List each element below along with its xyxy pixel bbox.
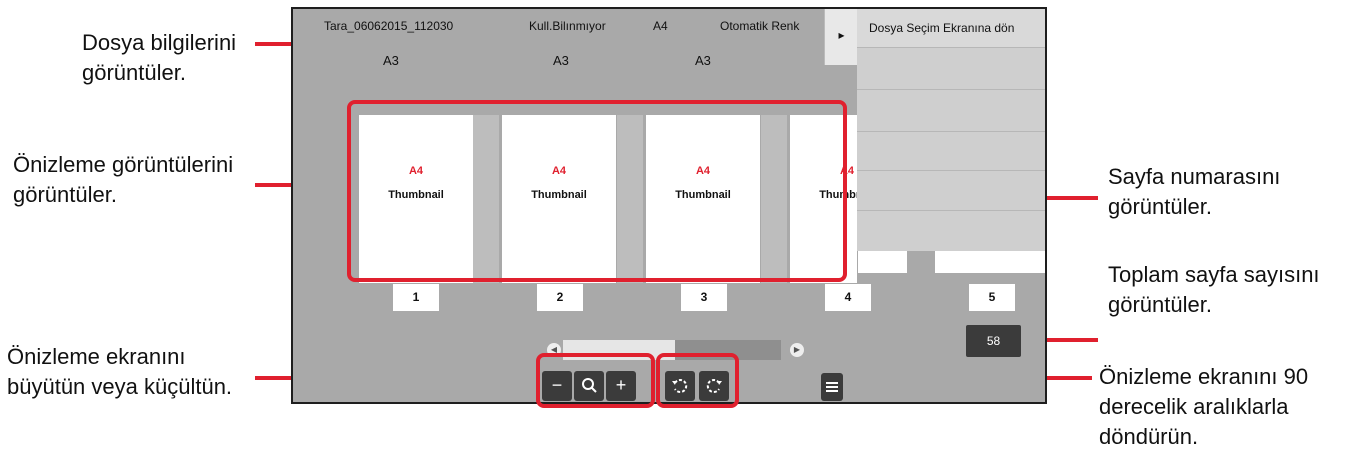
callout-rotate: Önizleme ekranını 90 derecelik aralıklar…	[1099, 364, 1309, 449]
total-pages-display: 58	[966, 325, 1021, 357]
menu-button[interactable]	[821, 373, 843, 401]
highlight-rotate-controls	[656, 353, 739, 408]
file-name: Tara_06062015_112030	[324, 19, 454, 33]
highlight-zoom-controls	[536, 353, 655, 408]
callout-file-info: Dosya bilgilerini görüntüler.	[82, 30, 237, 85]
scroll-right-icon[interactable]: ▶	[790, 343, 804, 357]
page-number: 2	[537, 284, 583, 311]
page-number: 3	[681, 284, 727, 311]
callout-preview-images: Önizleme görüntülerini görüntüler.	[13, 152, 234, 207]
collapse-panel-icon: ▸	[838, 28, 845, 42]
menu-icon	[826, 382, 838, 392]
paper-label: A3	[553, 53, 569, 68]
callout-total-pages: Toplam sayfa sayısını görüntüler.	[1108, 262, 1320, 317]
color-mode: Otomatik Renk	[720, 19, 800, 33]
paper-label: A3	[695, 53, 711, 68]
panel-divider	[857, 47, 1045, 48]
user-name: Kull.Bilınmıyor	[529, 19, 606, 33]
back-to-file-selection-button[interactable]: Dosya Seçim Ekranına dön	[857, 9, 1045, 47]
page-number: 1	[393, 284, 439, 311]
collapse-panel-button[interactable]: ▸	[824, 9, 858, 65]
side-panel: Dosya Seçim Ekranına dön	[857, 9, 1045, 251]
panel-divider	[857, 89, 1045, 90]
callout-zoom: Önizleme ekranını büyütün veya küçültün.	[7, 344, 233, 399]
highlight-thumbnails	[347, 100, 847, 282]
thumbnail-partial	[858, 251, 907, 273]
page-number: 4	[825, 284, 871, 311]
thumbnail-partial	[935, 251, 1045, 273]
panel-divider	[857, 210, 1045, 211]
callout-page-number: Sayfa numarasını görüntüler.	[1108, 164, 1281, 219]
page-number: 5	[969, 284, 1015, 311]
panel-divider	[857, 131, 1045, 132]
panel-divider	[857, 170, 1045, 171]
paper-size: A4	[653, 19, 668, 33]
paper-label: A3	[383, 53, 399, 68]
